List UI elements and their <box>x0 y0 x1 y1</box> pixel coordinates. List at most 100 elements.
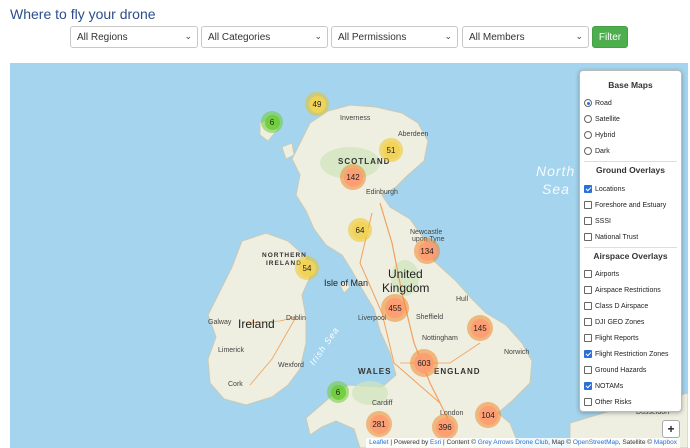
radio-icon[interactable] <box>584 147 592 155</box>
overlay-sssi[interactable]: SSSI <box>584 215 611 227</box>
cluster-count: 145 <box>470 318 490 338</box>
map-label-north-sea: North <box>536 163 576 179</box>
cluster-count: 51 <box>382 141 400 159</box>
map-attribution: Leaflet | Powered by Esri | Content © Gr… <box>366 438 680 448</box>
overlay-foreshore[interactable]: Foreshore and Estuary <box>584 199 666 211</box>
cluster-count: 134 <box>417 241 437 261</box>
map-cluster-marker[interactable]: 142 <box>340 164 366 190</box>
map-cluster-marker[interactable]: 455 <box>381 294 409 322</box>
checkbox-icon[interactable] <box>584 350 592 358</box>
overlay-label: Foreshore and Estuary <box>595 201 667 209</box>
permissions-select-value: All Permissions <box>338 32 407 43</box>
overlay-national-trust[interactable]: National Trust <box>584 231 638 243</box>
map-label-galway: Galway <box>208 319 232 326</box>
filter-button[interactable]: Filter <box>592 26 628 48</box>
chevron-down-icon: ⌄ <box>444 31 452 41</box>
map-label-edinburgh: Edinburgh <box>366 189 398 196</box>
mapbox-link[interactable]: Mapbox <box>654 439 677 446</box>
checkbox-icon[interactable] <box>584 334 592 342</box>
members-select[interactable]: All Members ⌄ <box>462 26 589 48</box>
overlay-flight-reports[interactable]: Flight Reports <box>584 332 639 344</box>
checkbox-icon[interactable] <box>584 302 592 310</box>
checkbox-icon[interactable] <box>584 201 592 209</box>
checkbox-icon[interactable] <box>584 366 592 374</box>
overlay-label: Airports <box>595 270 620 278</box>
map-cluster-marker[interactable]: 603 <box>410 349 438 377</box>
radio-icon[interactable] <box>584 115 592 123</box>
overlay-class-d[interactable]: Class D Airspace <box>584 300 648 312</box>
radio-icon[interactable] <box>584 99 592 107</box>
cluster-count: 6 <box>264 114 280 130</box>
cluster-count: 603 <box>414 353 434 373</box>
map-label-hull: Hull <box>456 296 469 303</box>
map-label-wales: WALES <box>358 367 392 376</box>
map-label-sheffield: Sheffield <box>416 314 444 321</box>
overlay-label: Class D Airspace <box>595 302 649 310</box>
cluster-count: 64 <box>351 221 369 239</box>
map-label-cork: Cork <box>228 381 243 388</box>
map-cluster-marker[interactable]: 51 <box>379 138 403 162</box>
basemap-road[interactable]: Road <box>584 97 612 109</box>
overlay-airspace-restrictions[interactable]: Airspace Restrictions <box>584 284 661 296</box>
overlay-airports[interactable]: Airports <box>584 268 619 280</box>
map-cluster-marker[interactable]: 104 <box>475 402 501 428</box>
overlay-ground-hazards[interactable]: Ground Hazards <box>584 364 646 376</box>
basemap-label: Hybrid <box>595 131 616 139</box>
checkbox-icon[interactable] <box>584 217 592 225</box>
map-cluster-marker[interactable]: 134 <box>414 238 440 264</box>
map-cluster-marker[interactable]: 396 <box>432 414 458 440</box>
map-cluster-marker[interactable]: 64 <box>348 218 372 242</box>
map-label-nottingham: Nottingham <box>422 335 458 342</box>
map-cluster-marker[interactable]: 145 <box>467 315 493 341</box>
osm-link[interactable]: OpenStreetMap <box>573 439 619 446</box>
overlay-label: National Trust <box>595 233 639 241</box>
esri-link[interactable]: Esri <box>430 439 441 446</box>
leaflet-link[interactable]: Leaflet <box>369 439 389 446</box>
map-cluster-marker[interactable]: 49 <box>305 92 329 116</box>
overlay-flight-restriction-zones[interactable]: Flight Restriction Zones <box>584 348 669 360</box>
map-label-cardiff: Cardiff <box>372 400 393 407</box>
checkbox-icon[interactable] <box>584 382 592 390</box>
map-cluster-marker[interactable]: 6 <box>261 111 283 133</box>
attribution-text: | Content © <box>441 439 478 446</box>
basemap-hybrid[interactable]: Hybrid <box>584 129 615 141</box>
basemap-label: Satellite <box>595 115 620 123</box>
attribution-text: | Powered by <box>388 439 431 446</box>
zoom-in-button[interactable]: + <box>662 420 680 438</box>
divider <box>584 247 677 248</box>
map-cluster-marker[interactable]: 54 <box>295 256 319 280</box>
radio-icon[interactable] <box>584 131 592 139</box>
map-label-wexford: Wexford <box>278 362 304 369</box>
overlay-label: SSSI <box>595 217 611 225</box>
gadc-link[interactable]: Grey Arrows Drone Club <box>478 439 548 446</box>
basemap-dark[interactable]: Dark <box>584 145 610 157</box>
checkbox-icon[interactable] <box>584 233 592 241</box>
categories-select[interactable]: All Categories ⌄ <box>201 26 328 48</box>
ground-overlays-heading: Ground Overlays <box>596 165 665 175</box>
overlay-label: Other Risks <box>595 398 632 406</box>
permissions-select[interactable]: All Permissions ⌄ <box>331 26 458 48</box>
checkbox-icon[interactable] <box>584 185 592 193</box>
overlay-label: Ground Hazards <box>595 366 647 374</box>
checkbox-icon[interactable] <box>584 318 592 326</box>
cluster-count: 49 <box>308 95 326 113</box>
basemap-satellite[interactable]: Satellite <box>584 113 620 125</box>
checkbox-icon[interactable] <box>584 286 592 294</box>
cluster-count: 104 <box>478 405 498 425</box>
overlay-other-risks[interactable]: Other Risks <box>584 396 632 408</box>
checkbox-icon[interactable] <box>584 270 592 278</box>
members-select-value: All Members <box>469 32 525 43</box>
map-cluster-marker[interactable]: 281 <box>366 411 392 437</box>
overlay-notams[interactable]: NOTAMs <box>584 380 623 392</box>
attribution-text: , Map © <box>548 439 573 446</box>
map-cluster-marker[interactable]: 6 <box>327 381 349 403</box>
overlay-label: Flight Reports <box>595 334 639 342</box>
regions-select[interactable]: All Regions ⌄ <box>70 26 198 48</box>
checkbox-icon[interactable] <box>584 398 592 406</box>
base-maps-heading: Base Maps <box>608 80 653 90</box>
categories-select-value: All Categories <box>208 32 271 43</box>
overlay-locations[interactable]: Locations <box>584 183 625 195</box>
overlay-dji-geo[interactable]: DJI GEO Zones <box>584 316 644 328</box>
map-label-limerick: Limerick <box>218 347 245 354</box>
cluster-count: 396 <box>435 417 455 437</box>
